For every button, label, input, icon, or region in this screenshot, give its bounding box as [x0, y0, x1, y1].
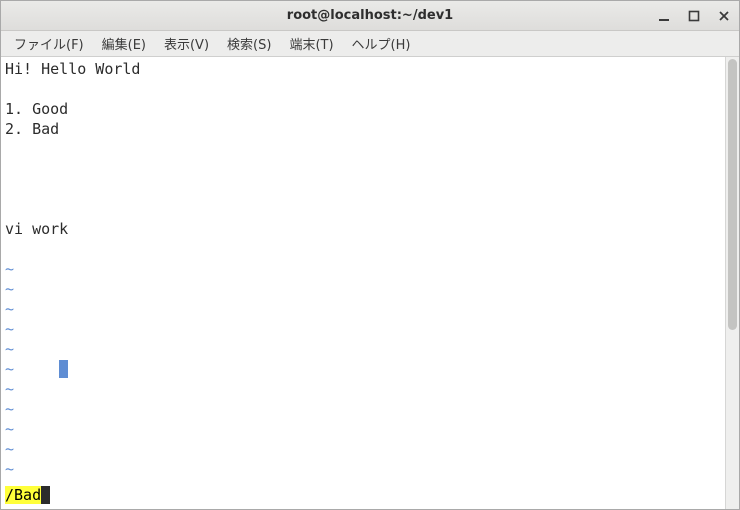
editor-tilde-line: ~ — [5, 299, 721, 319]
editor-line: Hi! Hello World — [5, 59, 721, 79]
editor-line — [5, 179, 721, 199]
menu-file[interactable]: ファイル(F) — [5, 31, 93, 56]
menu-terminal[interactable]: 端末(T) — [280, 31, 342, 56]
minimize-button[interactable] — [655, 7, 673, 25]
terminal-area[interactable]: Hi! Hello World 1. Good2. Bad vi work ~~… — [1, 57, 725, 509]
terminal-wrap: Hi! Hello World 1. Good2. Bad vi work ~~… — [1, 57, 739, 509]
editor-line: 1. Good — [5, 99, 721, 119]
window-controls — [655, 1, 733, 30]
editor-line: vi work — [5, 219, 721, 239]
scrollbar-thumb[interactable] — [728, 59, 737, 330]
editor-tilde-line: ~ — [5, 379, 721, 399]
maximize-icon — [688, 10, 700, 22]
titlebar: root@localhost:~/dev1 — [1, 1, 739, 31]
close-icon — [718, 10, 730, 22]
editor-line — [5, 139, 721, 159]
menu-search[interactable]: 検索(S) — [218, 31, 280, 56]
cursor-block — [41, 486, 50, 504]
menu-edit[interactable]: 編集(E) — [93, 31, 155, 56]
menu-view[interactable]: 表示(V) — [155, 31, 218, 56]
window-title: root@localhost:~/dev1 — [1, 8, 739, 23]
editor-tilde-line: ~ — [5, 419, 721, 439]
editor-line — [5, 199, 721, 219]
terminal-window: root@localhost:~/dev1 ファイル(F) 編集(E) 表示(V… — [0, 0, 740, 510]
editor-tilde-line: ~ — [5, 339, 721, 359]
editor-tilde-line: ~ — [5, 399, 721, 419]
menu-help[interactable]: ヘルプ(H) — [343, 31, 420, 56]
editor-tilde-line: ~ — [5, 359, 721, 379]
close-button[interactable] — [715, 7, 733, 25]
minimize-icon — [658, 10, 670, 22]
scrollbar[interactable] — [725, 57, 739, 509]
editor-tilde-line: ~ — [5, 459, 721, 479]
editor-line — [5, 79, 721, 99]
editor-tilde-line: ~ — [5, 439, 721, 459]
editor-tilde-line: ~ — [5, 319, 721, 339]
maximize-button[interactable] — [685, 7, 703, 25]
selection-block — [59, 360, 68, 378]
menubar: ファイル(F) 編集(E) 表示(V) 検索(S) 端末(T) ヘルプ(H) — [1, 31, 739, 57]
editor-tilde-line: ~ — [5, 279, 721, 299]
editor-line — [5, 159, 721, 179]
editor-tilde-line: ~ — [5, 259, 721, 279]
editor-line: 2. Bad — [5, 119, 721, 139]
command-line: /Bad — [5, 485, 50, 505]
editor-line — [5, 239, 721, 259]
search-command: /Bad — [5, 486, 41, 504]
